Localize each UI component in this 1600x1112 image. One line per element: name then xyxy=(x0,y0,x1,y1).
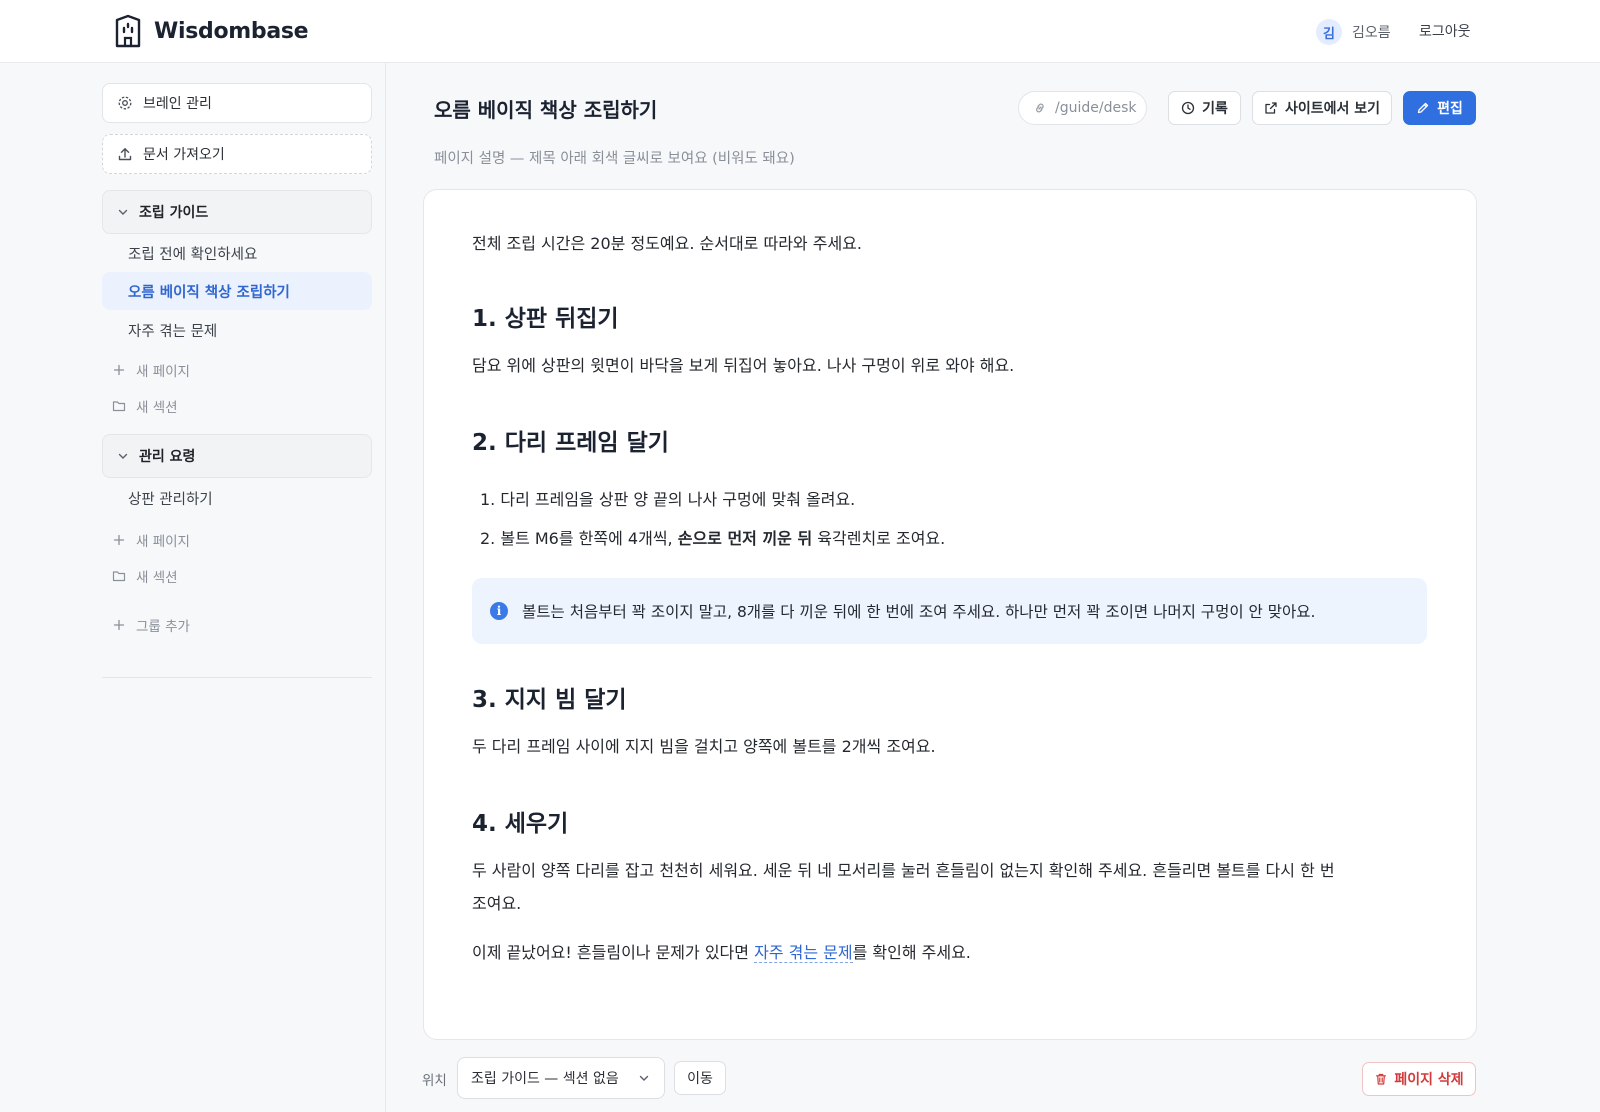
intro-paragraph: 전체 조립 시간은 20분 정도예요. 순서대로 따라와 주세요. xyxy=(472,234,862,253)
group-assembly-guide[interactable]: 조립 가이드 xyxy=(102,190,372,234)
gear-icon xyxy=(118,96,132,110)
top-bar: Wisdombase 김 김오름 로그아웃 xyxy=(0,0,1600,63)
list-item: 2. 볼트 M6를 한쪽에 4개씩, 손으로 먼저 끼운 뒤 육각렌치로 조여요… xyxy=(480,525,945,549)
chevron-down-icon xyxy=(118,453,128,459)
page-title[interactable]: 오름 베이직 책상 조립하기 xyxy=(434,94,657,123)
group-title: 조립 가이드 xyxy=(139,205,209,221)
add-group-button[interactable]: 그룹 추가 xyxy=(112,615,190,635)
slug-text: /guide/desk xyxy=(1055,100,1137,116)
sidebar-page-top-care[interactable]: 상판 관리하기 xyxy=(102,479,372,517)
heading-step-4: 4. 세우기 xyxy=(472,811,569,837)
plus-icon xyxy=(113,534,125,546)
move-button[interactable]: 이동 xyxy=(674,1061,726,1095)
chevron-down-icon xyxy=(118,209,128,215)
brain-manage-label: 브레인 관리 xyxy=(143,96,212,112)
final-text: 이제 끝났어요! 흔들림이나 문제가 있다면 xyxy=(472,943,755,962)
page-description-input[interactable]: 페이지 설명 — 제목 아래 회색 글씨로 보여요 (비워도 돼요) xyxy=(434,147,795,168)
step-1-paragraph: 담요 위에 상판의 윗면이 바닥을 보게 뒤집어 놓아요. 나사 구멍이 위로 … xyxy=(472,356,1015,375)
sidebar-page-before-assembly[interactable]: 조립 전에 확인하세요 xyxy=(102,234,372,272)
brand-name: Wisdombase xyxy=(154,18,309,44)
view-site-button[interactable]: 사이트에서 보기 xyxy=(1252,91,1392,125)
list-item-text: 2. 볼트 M6를 한쪽에 4개씩, xyxy=(480,529,678,548)
heading-step-2: 2. 다리 프레임 달기 xyxy=(472,430,669,456)
folder-icon xyxy=(112,401,126,412)
info-callout: i 볼트는 처음부터 꽉 조이지 말고, 8개를 다 끼운 뒤에 한 번에 조여… xyxy=(472,578,1427,644)
sidebar-page-label: 오름 베이직 책상 조립하기 xyxy=(128,284,290,301)
pencil-icon xyxy=(1417,102,1429,114)
final-text: 를 확인해 주세요. xyxy=(852,943,971,962)
location-label: 위치 xyxy=(422,1073,447,1089)
location-select[interactable]: 조립 가이드 — 섹션 없음 xyxy=(457,1057,665,1099)
view-site-label: 사이트에서 보기 xyxy=(1284,101,1381,117)
chevron-down-icon xyxy=(639,1075,649,1081)
clock-icon xyxy=(1181,101,1195,115)
step-4-paragraph-line-1: 두 사람이 양쪽 다리를 잡고 천천히 세워요. 세운 뒤 네 모서리를 눌러 … xyxy=(472,861,1335,880)
sidebar-page-label: 자주 겪는 문제 xyxy=(128,323,218,340)
history-label: 기록 xyxy=(1202,101,1228,117)
logout-link[interactable]: 로그아웃 xyxy=(1419,21,1471,41)
slug-pill[interactable]: /guide/desk xyxy=(1018,91,1147,125)
edit-label: 편집 xyxy=(1437,101,1463,117)
new-page-label: 새 페이지 xyxy=(136,534,190,550)
step-4-paragraph-line-2: 조여요. xyxy=(472,894,522,913)
new-section-label: 새 섹션 xyxy=(136,400,178,416)
import-docs-button[interactable]: 문서 가져오기 xyxy=(102,134,372,174)
avatar: 김 xyxy=(1316,19,1342,45)
group-management[interactable]: 관리 요령 xyxy=(102,434,372,478)
sidebar-divider xyxy=(102,677,372,678)
sidebar-page-desk-assembly[interactable]: 오름 베이직 책상 조립하기 xyxy=(102,272,372,310)
sidebar-page-label: 조립 전에 확인하세요 xyxy=(128,246,258,263)
final-paragraph: 이제 끝났어요! 흔들림이나 문제가 있다면 자주 겪는 문제를 확인해 주세요… xyxy=(472,940,971,966)
plus-icon xyxy=(113,619,125,631)
sidebar-page-label: 상판 관리하기 xyxy=(128,491,213,508)
trash-icon xyxy=(1376,1073,1387,1085)
new-page-label: 새 페이지 xyxy=(136,364,190,380)
add-group-label: 그룹 추가 xyxy=(136,619,190,635)
brain-manage-button[interactable]: 브레인 관리 xyxy=(102,83,372,123)
import-docs-label: 문서 가져오기 xyxy=(143,147,225,163)
delete-page-button[interactable]: 페이지 삭제 xyxy=(1362,1062,1476,1096)
brand[interactable]: Wisdombase xyxy=(114,14,309,48)
sidebar-page-faq[interactable]: 자주 겪는 문제 xyxy=(102,311,372,349)
step-3-paragraph: 두 다리 프레임 사이에 지지 빔을 걸치고 양쪽에 볼트를 2개씩 조여요. xyxy=(472,737,936,756)
username: 김오름 xyxy=(1352,25,1391,41)
upload-icon xyxy=(118,148,132,161)
info-icon: i xyxy=(490,602,508,620)
heading-step-3: 3. 지지 빔 달기 xyxy=(472,687,627,713)
list-item: 1. 다리 프레임을 상판 양 끝의 나사 구멍에 맞춰 올려요. xyxy=(480,490,856,509)
edit-button[interactable]: 편집 xyxy=(1403,91,1476,125)
new-section-label: 새 섹션 xyxy=(136,570,178,586)
folder-icon xyxy=(112,571,126,582)
callout-text: 볼트는 처음부터 꽉 조이지 말고, 8개를 다 끼운 뒤에 한 번에 조여 주… xyxy=(522,603,1316,621)
page-content-card: 전체 조립 시간은 20분 정도예요. 순서대로 따라와 주세요. 1. 상판 … xyxy=(423,189,1477,1040)
faq-link[interactable]: 자주 겪는 문제 xyxy=(754,943,853,963)
plus-icon xyxy=(113,364,125,376)
sidebar: 브레인 관리 문서 가져오기 조립 가이드 조립 전에 확인하세요 오름 베이직… xyxy=(0,63,386,1112)
list-item-text: 육각렌치로 조여요. xyxy=(812,529,946,548)
external-link-icon xyxy=(1265,102,1277,114)
new-page-button[interactable]: 새 페이지 xyxy=(112,530,190,550)
group-title: 관리 요령 xyxy=(139,449,196,465)
location-value: 조립 가이드 — 섹션 없음 xyxy=(471,1071,619,1087)
bold-text: 손으로 먼저 끼운 뒤 xyxy=(677,529,813,548)
new-section-button[interactable]: 새 섹션 xyxy=(112,566,178,586)
wisdombase-logo-icon xyxy=(115,14,141,48)
link-icon xyxy=(1036,103,1044,113)
new-page-button[interactable]: 새 페이지 xyxy=(112,360,190,380)
new-section-button[interactable]: 새 섹션 xyxy=(112,396,178,416)
delete-page-label: 페이지 삭제 xyxy=(1394,1072,1464,1088)
history-button[interactable]: 기록 xyxy=(1168,91,1241,125)
user-menu[interactable]: 김 김오름 xyxy=(1316,19,1391,45)
heading-step-1: 1. 상판 뒤집기 xyxy=(472,306,619,332)
